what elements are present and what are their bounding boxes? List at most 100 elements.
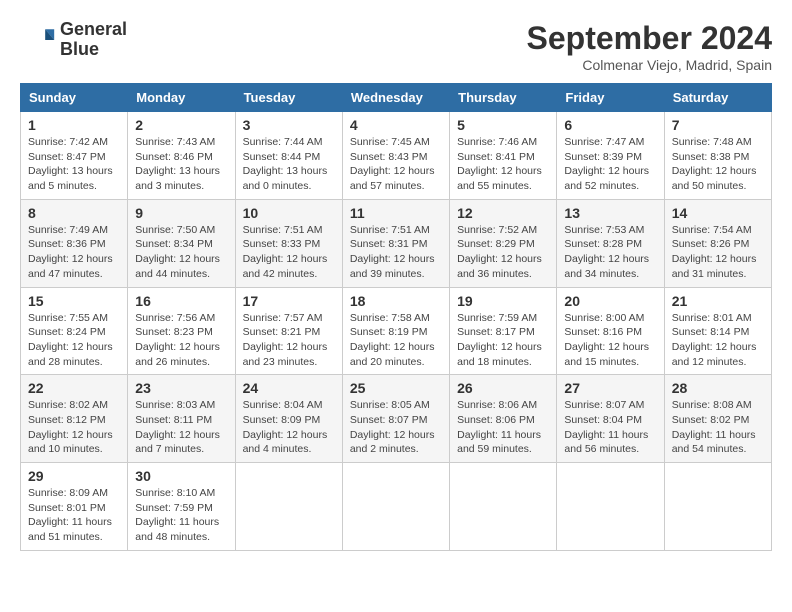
calendar-cell: 28 Sunrise: 8:08 AM Sunset: 8:02 PM Dayli… xyxy=(664,375,771,463)
logo-text: General Blue xyxy=(60,20,127,60)
weekday-header: Sunday xyxy=(21,84,128,112)
calendar-cell: 1 Sunrise: 7:42 AM Sunset: 8:47 PM Daylig… xyxy=(21,112,128,200)
calendar-cell: 7 Sunrise: 7:48 AM Sunset: 8:38 PM Daylig… xyxy=(664,112,771,200)
calendar-cell: 19 Sunrise: 7:59 AM Sunset: 8:17 PM Dayli… xyxy=(450,287,557,375)
day-info: Sunrise: 7:57 AM Sunset: 8:21 PM Dayligh… xyxy=(243,311,335,370)
calendar-cell: 12 Sunrise: 7:52 AM Sunset: 8:29 PM Dayli… xyxy=(450,199,557,287)
calendar-cell: 27 Sunrise: 8:07 AM Sunset: 8:04 PM Dayli… xyxy=(557,375,664,463)
calendar-cell: 8 Sunrise: 7:49 AM Sunset: 8:36 PM Daylig… xyxy=(21,199,128,287)
calendar-cell: 2Sunrise: 7:43 AM Sunset: 8:46 PM Daylig… xyxy=(128,112,235,200)
day-info: Sunrise: 7:44 AM Sunset: 8:44 PM Dayligh… xyxy=(243,135,335,194)
day-info: Sunrise: 7:55 AM Sunset: 8:24 PM Dayligh… xyxy=(28,311,120,370)
calendar-cell: 15Sunrise: 7:55 AM Sunset: 8:24 PM Dayli… xyxy=(21,287,128,375)
calendar-cell: 23 Sunrise: 8:03 AM Sunset: 8:11 PM Dayli… xyxy=(128,375,235,463)
calendar-cell: 9 Sunrise: 7:50 AM Sunset: 8:34 PM Daylig… xyxy=(128,199,235,287)
day-number: 16 xyxy=(135,293,227,309)
logo-icon xyxy=(20,22,56,58)
day-number: 3 xyxy=(243,117,335,133)
weekday-header: Wednesday xyxy=(342,84,449,112)
calendar-cell xyxy=(557,463,664,551)
calendar-cell: 16 Sunrise: 7:56 AM Sunset: 8:23 PM Dayli… xyxy=(128,287,235,375)
day-number: 21 xyxy=(672,293,764,309)
day-number: 24 xyxy=(243,380,335,396)
calendar-cell: 11Sunrise: 7:51 AM Sunset: 8:31 PM Dayli… xyxy=(342,199,449,287)
calendar-cell: 17 Sunrise: 7:57 AM Sunset: 8:21 PM Dayli… xyxy=(235,287,342,375)
calendar-cell: 18 Sunrise: 7:58 AM Sunset: 8:19 PM Dayli… xyxy=(342,287,449,375)
day-info: Sunrise: 8:07 AM Sunset: 8:04 PM Dayligh… xyxy=(564,398,656,457)
day-info: Sunrise: 7:51 AM Sunset: 8:33 PM Dayligh… xyxy=(243,223,335,282)
day-number: 10 xyxy=(243,205,335,221)
calendar-cell: 22Sunrise: 8:02 AM Sunset: 8:12 PM Dayli… xyxy=(21,375,128,463)
logo: General Blue xyxy=(20,20,127,60)
day-info: Sunrise: 7:46 AM Sunset: 8:41 PM Dayligh… xyxy=(457,135,549,194)
day-number: 27 xyxy=(564,380,656,396)
day-info: Sunrise: 8:04 AM Sunset: 8:09 PM Dayligh… xyxy=(243,398,335,457)
day-number: 26 xyxy=(457,380,549,396)
calendar-table: SundayMondayTuesdayWednesdayThursdayFrid… xyxy=(20,83,772,551)
weekday-header: Saturday xyxy=(664,84,771,112)
day-number: 8 xyxy=(28,205,120,221)
calendar-cell xyxy=(235,463,342,551)
calendar-week-row: 22Sunrise: 8:02 AM Sunset: 8:12 PM Dayli… xyxy=(21,375,772,463)
title-section: September 2024 Colmenar Viejo, Madrid, S… xyxy=(527,20,772,73)
day-info: Sunrise: 7:52 AM Sunset: 8:29 PM Dayligh… xyxy=(457,223,549,282)
day-number: 17 xyxy=(243,293,335,309)
day-info: Sunrise: 7:50 AM Sunset: 8:34 PM Dayligh… xyxy=(135,223,227,282)
day-info: Sunrise: 8:00 AM Sunset: 8:16 PM Dayligh… xyxy=(564,311,656,370)
weekday-header: Monday xyxy=(128,84,235,112)
day-number: 9 xyxy=(135,205,227,221)
day-number: 23 xyxy=(135,380,227,396)
day-number: 25 xyxy=(350,380,442,396)
day-number: 5 xyxy=(457,117,549,133)
day-number: 4 xyxy=(350,117,442,133)
day-info: Sunrise: 8:10 AM Sunset: 7:59 PM Dayligh… xyxy=(135,486,227,545)
calendar-cell: 10 Sunrise: 7:51 AM Sunset: 8:33 PM Dayli… xyxy=(235,199,342,287)
calendar-cell xyxy=(450,463,557,551)
day-number: 14 xyxy=(672,205,764,221)
day-info: Sunrise: 8:01 AM Sunset: 8:14 PM Dayligh… xyxy=(672,311,764,370)
day-number: 19 xyxy=(457,293,549,309)
calendar-cell: 21 Sunrise: 8:01 AM Sunset: 8:14 PM Dayli… xyxy=(664,287,771,375)
day-number: 13 xyxy=(564,205,656,221)
day-number: 12 xyxy=(457,205,549,221)
day-info: Sunrise: 7:42 AM Sunset: 8:47 PM Dayligh… xyxy=(28,135,120,194)
day-number: 30 xyxy=(135,468,227,484)
calendar-cell: 5 Sunrise: 7:46 AM Sunset: 8:41 PM Daylig… xyxy=(450,112,557,200)
day-info: Sunrise: 7:56 AM Sunset: 8:23 PM Dayligh… xyxy=(135,311,227,370)
location: Colmenar Viejo, Madrid, Spain xyxy=(527,57,772,73)
day-number: 1 xyxy=(28,117,120,133)
calendar-cell: 24 Sunrise: 8:04 AM Sunset: 8:09 PM Dayli… xyxy=(235,375,342,463)
day-info: Sunrise: 7:48 AM Sunset: 8:38 PM Dayligh… xyxy=(672,135,764,194)
calendar-cell: 6Sunrise: 7:47 AM Sunset: 8:39 PM Daylig… xyxy=(557,112,664,200)
weekday-header: Tuesday xyxy=(235,84,342,112)
day-info: Sunrise: 7:58 AM Sunset: 8:19 PM Dayligh… xyxy=(350,311,442,370)
day-info: Sunrise: 7:59 AM Sunset: 8:17 PM Dayligh… xyxy=(457,311,549,370)
calendar-week-row: 1 Sunrise: 7:42 AM Sunset: 8:47 PM Daylig… xyxy=(21,112,772,200)
day-info: Sunrise: 7:53 AM Sunset: 8:28 PM Dayligh… xyxy=(564,223,656,282)
calendar-body: 1 Sunrise: 7:42 AM Sunset: 8:47 PM Daylig… xyxy=(21,112,772,551)
calendar-header: SundayMondayTuesdayWednesdayThursdayFrid… xyxy=(21,84,772,112)
calendar-cell: 4 Sunrise: 7:45 AM Sunset: 8:43 PM Daylig… xyxy=(342,112,449,200)
calendar-cell xyxy=(342,463,449,551)
day-info: Sunrise: 8:03 AM Sunset: 8:11 PM Dayligh… xyxy=(135,398,227,457)
day-info: Sunrise: 7:49 AM Sunset: 8:36 PM Dayligh… xyxy=(28,223,120,282)
calendar-cell: 30 Sunrise: 8:10 AM Sunset: 7:59 PM Dayli… xyxy=(128,463,235,551)
day-number: 28 xyxy=(672,380,764,396)
day-info: Sunrise: 7:43 AM Sunset: 8:46 PM Dayligh… xyxy=(135,135,227,194)
day-number: 11 xyxy=(350,205,442,221)
calendar-week-row: 8 Sunrise: 7:49 AM Sunset: 8:36 PM Daylig… xyxy=(21,199,772,287)
day-number: 6 xyxy=(564,117,656,133)
day-number: 7 xyxy=(672,117,764,133)
day-info: Sunrise: 8:09 AM Sunset: 8:01 PM Dayligh… xyxy=(28,486,120,545)
calendar-week-row: 29 Sunrise: 8:09 AM Sunset: 8:01 PM Dayli… xyxy=(21,463,772,551)
day-number: 29 xyxy=(28,468,120,484)
day-info: Sunrise: 7:45 AM Sunset: 8:43 PM Dayligh… xyxy=(350,135,442,194)
calendar-cell xyxy=(664,463,771,551)
day-info: Sunrise: 8:02 AM Sunset: 8:12 PM Dayligh… xyxy=(28,398,120,457)
calendar-cell: 26 Sunrise: 8:06 AM Sunset: 8:06 PM Dayli… xyxy=(450,375,557,463)
day-info: Sunrise: 8:06 AM Sunset: 8:06 PM Dayligh… xyxy=(457,398,549,457)
day-number: 18 xyxy=(350,293,442,309)
day-info: Sunrise: 8:08 AM Sunset: 8:02 PM Dayligh… xyxy=(672,398,764,457)
calendar-cell: 13 Sunrise: 7:53 AM Sunset: 8:28 PM Dayli… xyxy=(557,199,664,287)
day-number: 20 xyxy=(564,293,656,309)
